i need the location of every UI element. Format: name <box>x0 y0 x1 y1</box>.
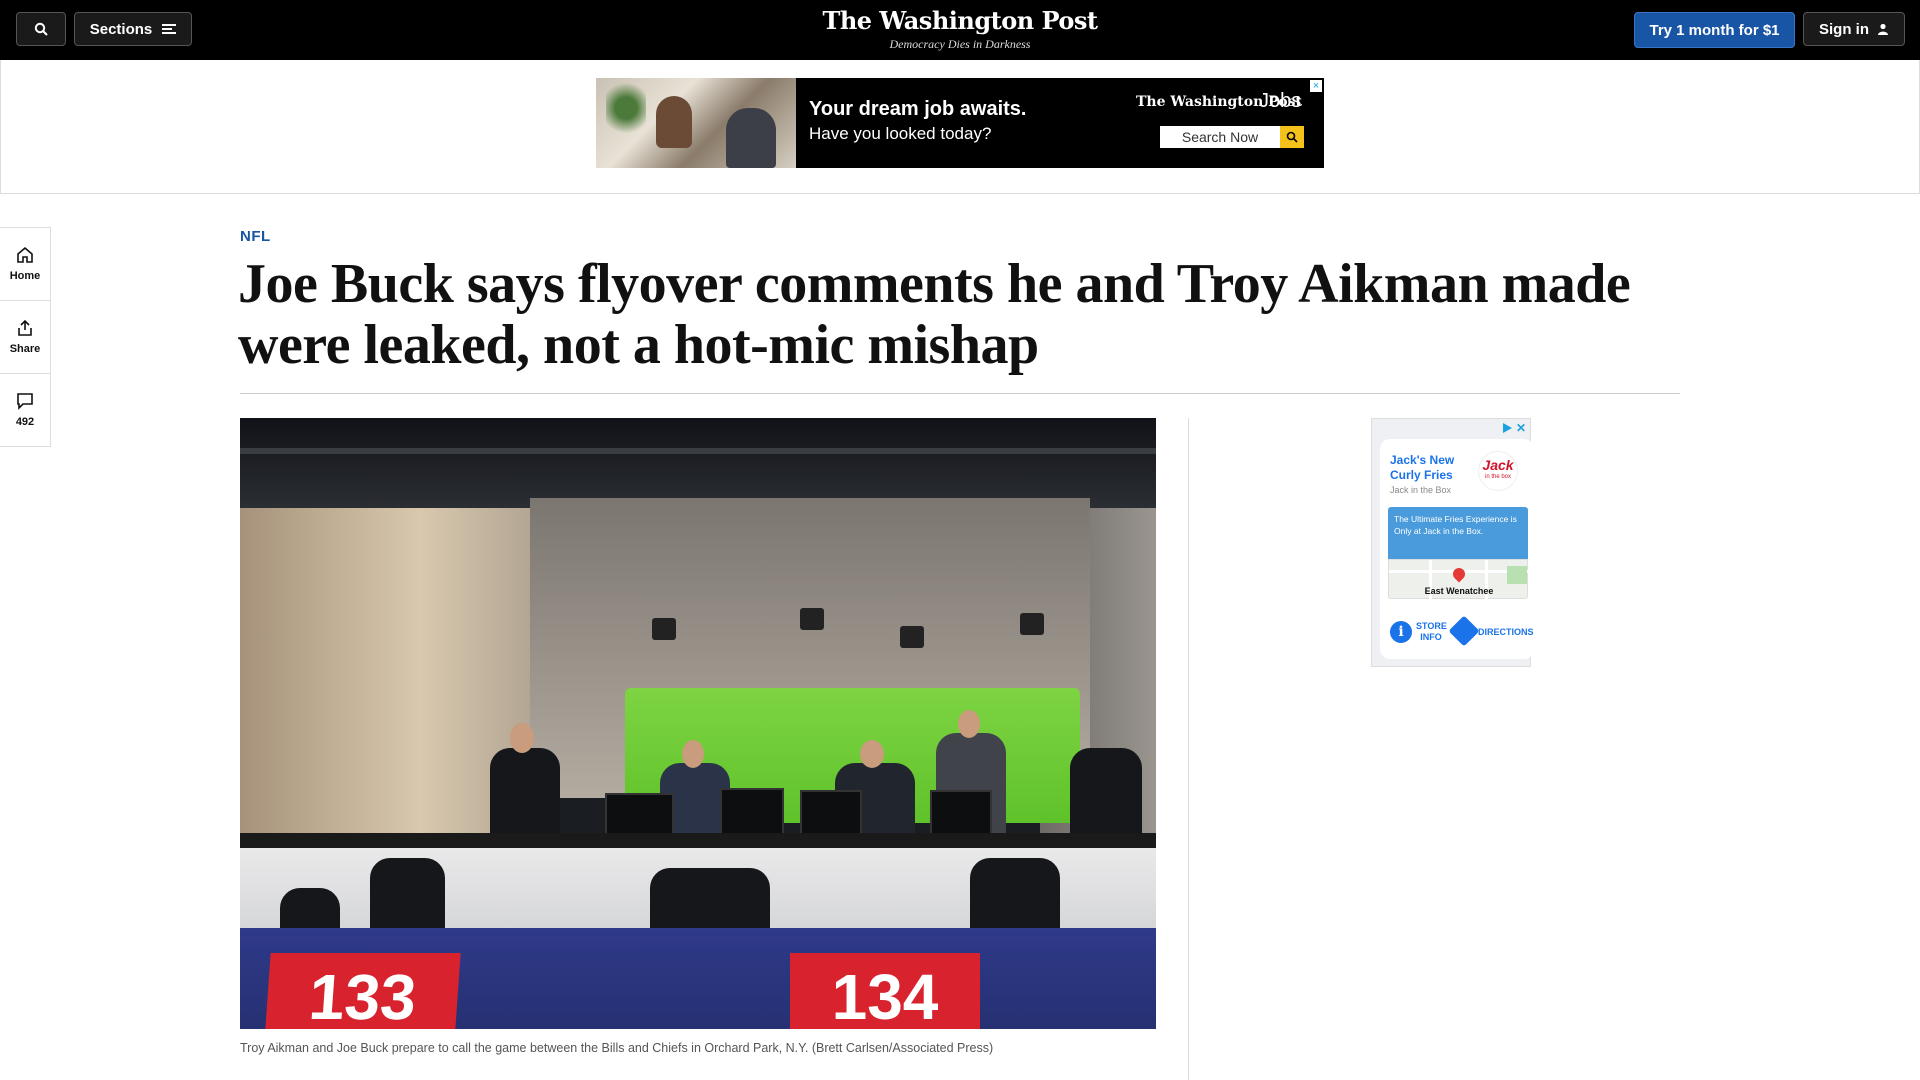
ad-headline: Your dream job awaits. <box>809 98 1027 120</box>
rail-home[interactable]: Home <box>0 228 50 301</box>
article-photo[interactable]: 133 134 <box>240 418 1156 1029</box>
search-icon <box>34 22 48 36</box>
map-pin-icon <box>1450 565 1468 583</box>
top-nav: Sections The Washington Post Democracy D… <box>0 0 1920 60</box>
home-icon <box>17 246 33 263</box>
photo-sign-134: 134 <box>790 953 980 1029</box>
share-icon <box>18 319 32 336</box>
info-icon[interactable]: i <box>1390 621 1412 643</box>
sign-in-label: Sign in <box>1819 20 1869 38</box>
sections-button[interactable]: Sections <box>74 12 192 46</box>
rail-comments[interactable]: 492 <box>0 374 50 446</box>
user-icon <box>1878 23 1888 35</box>
ad-photo <box>596 78 796 168</box>
left-rail: Home Share 492 <box>0 227 51 447</box>
ad-close-icon[interactable]: ✕ <box>1516 421 1526 435</box>
adchoices-close-icon[interactable]: × <box>1310 80 1322 92</box>
directions-icon[interactable] <box>1448 615 1480 647</box>
sections-label: Sections <box>89 20 153 38</box>
photo-sign-133: 133 <box>265 953 461 1029</box>
directions-link[interactable]: DIRECTIONS <box>1478 627 1534 637</box>
ad-search-icon[interactable] <box>1280 126 1304 148</box>
jobs-banner-ad[interactable]: Your dream job awaits. Have you looked t… <box>596 78 1324 168</box>
ad-brand: Jack in the Box <box>1390 485 1452 495</box>
adchoices-icon[interactable] <box>1503 423 1512 433</box>
map-location: East Wenatchee <box>1424 586 1494 596</box>
section-kicker[interactable]: NFL <box>240 228 271 245</box>
comment-icon <box>17 393 33 410</box>
ad-title: Jack's New Curly Fries <box>1390 453 1455 482</box>
ad-brand-suffix: Jobs <box>1259 90 1302 112</box>
comment-count: 492 <box>15 416 35 428</box>
ad-blurb: The Ultimate Fries Experience is Only at… <box>1388 507 1528 559</box>
column-divider <box>1188 418 1189 1080</box>
rail-share[interactable]: Share <box>0 301 50 374</box>
ad-card[interactable]: Jack's New Curly Fries Jack in the Box J… <box>1380 439 1534 659</box>
sign-in-button[interactable]: Sign in <box>1803 12 1905 46</box>
store-info-link[interactable]: STORE INFO <box>1416 621 1447 643</box>
rail-share-label: Share <box>9 343 41 355</box>
sidebar-ad[interactable]: ✕ Jack's New Curly Fries Jack in the Box… <box>1371 418 1534 667</box>
masthead[interactable]: The Washington Post Democracy Dies in Da… <box>760 6 1160 52</box>
ad-search-button[interactable]: Search Now <box>1160 126 1280 148</box>
rail-home-label: Home <box>9 270 41 282</box>
wapo-logo: The Washington Post <box>822 6 1098 35</box>
ad-subline: Have you looked today? <box>809 124 992 143</box>
tagline: Democracy Dies in Darkness <box>889 37 1031 51</box>
menu-icon <box>162 24 177 34</box>
headline-divider <box>240 393 1680 394</box>
ad-map[interactable]: East Wenatchee <box>1388 559 1529 600</box>
subscribe-button[interactable]: Try 1 month for $1 <box>1634 12 1795 48</box>
article-headline: Joe Buck says flyover comments he and Tr… <box>238 253 1631 376</box>
search-button[interactable] <box>16 12 66 46</box>
jack-in-the-box-logo: Jack in the box <box>1478 451 1518 491</box>
photo-caption: Troy Aikman and Joe Buck prepare to call… <box>240 1041 994 1055</box>
